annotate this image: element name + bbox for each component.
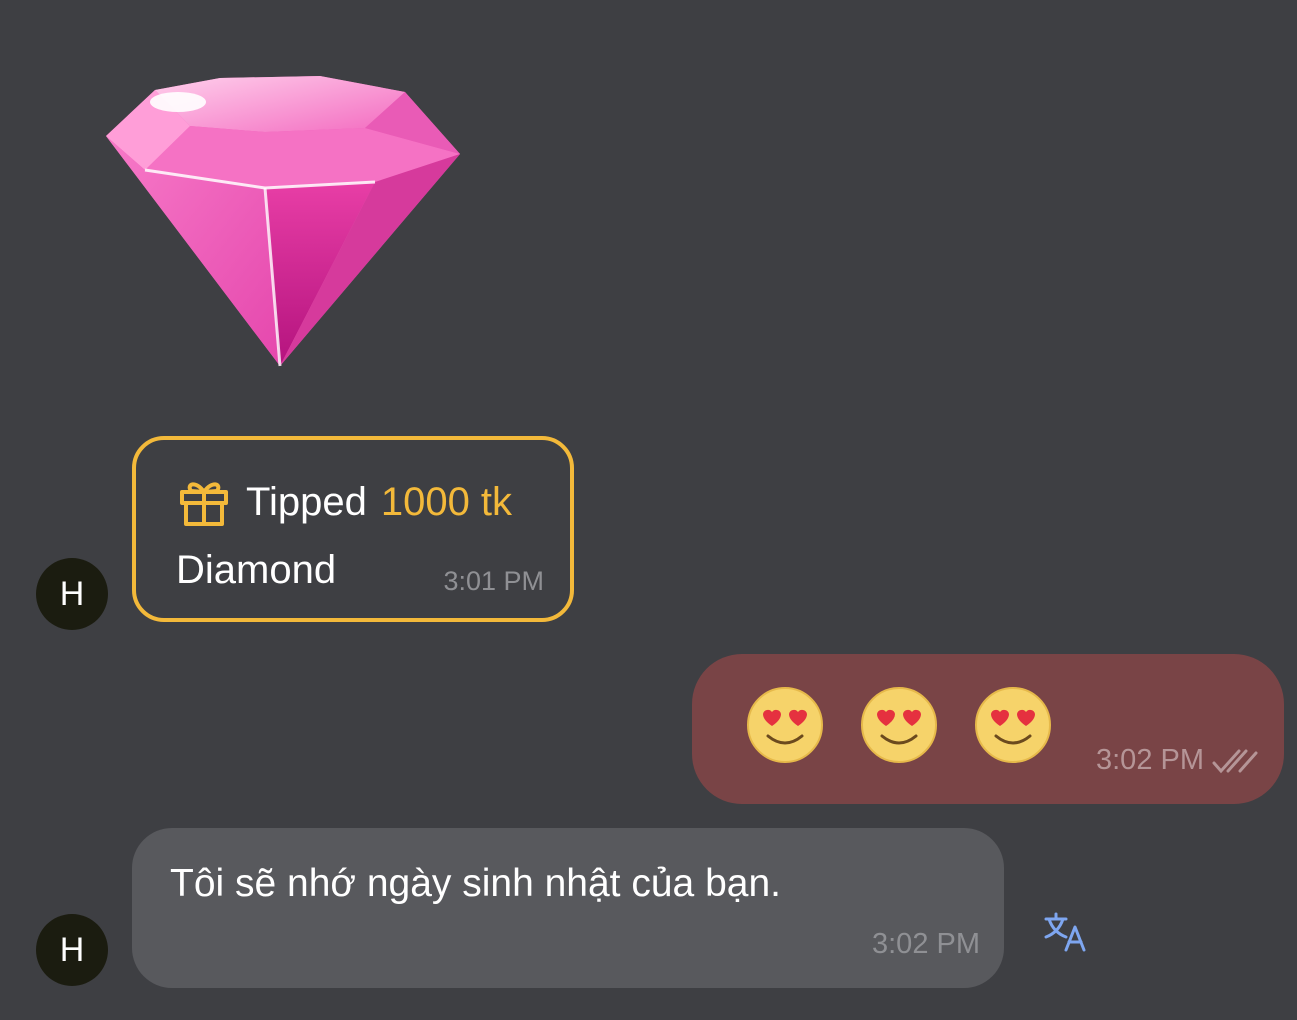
gift-icon — [180, 482, 228, 526]
tip-amount: 1000 tk — [380, 479, 513, 524]
gift-name: Diamond — [176, 548, 337, 592]
translate-icon[interactable] — [1044, 912, 1086, 952]
outgoing-message-bubble[interactable]: 3:02 PM — [692, 654, 1284, 804]
message-text: Tôi sẽ nhớ ngày sinh nhật của bạn. — [170, 862, 781, 905]
tipped-label: Tipped — [246, 479, 367, 524]
heart-eyes-emoji — [861, 687, 937, 763]
heart-eyes-emoji — [747, 687, 823, 763]
double-check-icon — [1212, 749, 1258, 773]
tip-line: Tipped 1000 tk — [178, 478, 512, 526]
chat-screen: H Tipped 1000 tk Diamond 3:01 PM 3:02 PM… — [0, 0, 1297, 1020]
incoming-message-bubble[interactable]: Tôi sẽ nhớ ngày sinh nhật của bạn. 3:02 … — [132, 828, 1004, 988]
avatar-initial: H — [59, 574, 85, 613]
tip-message-card[interactable]: Tipped 1000 tk Diamond 3:01 PM — [132, 436, 574, 622]
message-time: 3:02 PM — [872, 928, 980, 960]
heart-eyes-emoji — [975, 687, 1051, 763]
avatar[interactable]: H — [36, 914, 108, 986]
avatar-initial: H — [59, 930, 85, 969]
message-meta: 3:02 PM — [1096, 744, 1258, 777]
diamond-gift-sticker — [106, 76, 460, 367]
message-time: 3:01 PM — [443, 566, 544, 596]
message-time: 3:02 PM — [1096, 744, 1204, 776]
avatar[interactable]: H — [36, 558, 108, 630]
